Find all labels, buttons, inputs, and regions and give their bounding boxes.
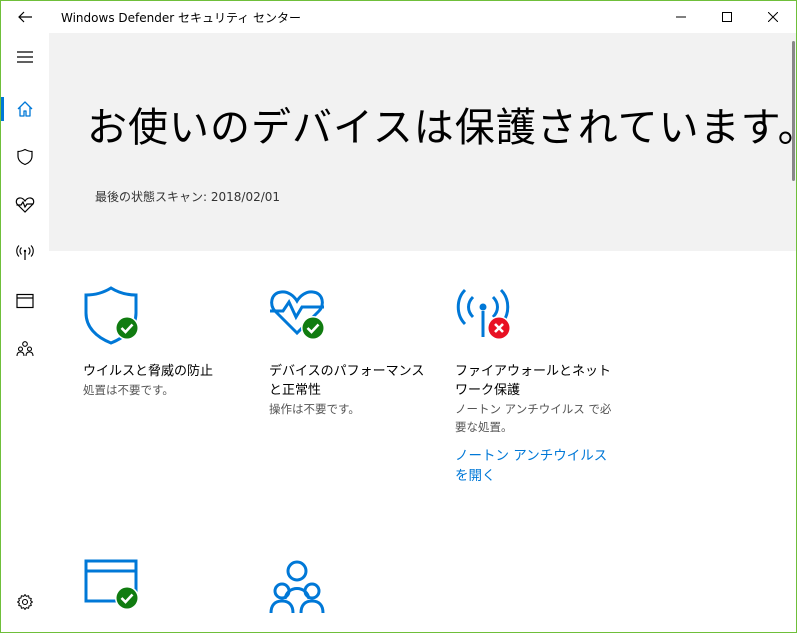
minimize-button[interactable]: [658, 1, 704, 33]
tile-app-browser[interactable]: [83, 555, 243, 632]
sidebar-item-home[interactable]: [1, 85, 49, 133]
antenna-icon: [16, 245, 34, 260]
sidebar-item-settings[interactable]: [1, 578, 49, 626]
tile-description: ノートン アンチウイルス で必要な処置。: [455, 402, 612, 434]
tile-icon: [83, 555, 147, 619]
back-button[interactable]: [1, 1, 49, 33]
tile-description: 操作は不要です。: [269, 402, 360, 416]
tile-title: デバイスのパフォーマンスと正常性: [269, 364, 425, 398]
main-content: お使いのデバイスは保護されています。 最後の状態スキャン: 2018/02/01…: [49, 33, 796, 632]
close-icon: [768, 12, 778, 22]
sidebar-item-firewall[interactable]: [1, 229, 49, 277]
home-icon: [17, 101, 33, 117]
tile-description: 処置は不要です。: [83, 383, 174, 397]
window-controls: [658, 1, 796, 33]
sidebar-item-virus-protection[interactable]: [1, 133, 49, 181]
title-bar: Windows Defender セキュリティ センター: [1, 1, 796, 33]
tile-icon: [83, 285, 147, 349]
tile-title: ファイアウォールとネットワーク保護: [455, 364, 612, 398]
family-icon: [16, 341, 34, 357]
tile-virus-protection[interactable]: ウイルスと脅威の防止 処置は不要です。: [83, 285, 243, 399]
tile-icon: [269, 285, 333, 349]
tile-family[interactable]: [269, 555, 429, 632]
sidebar-item-app-browser[interactable]: [1, 277, 49, 325]
app-window: Windows Defender セキュリティ センター お使いのデバイスは保護…: [0, 0, 797, 633]
sidebar-nav: [1, 33, 49, 632]
hamburger-menu-icon: [17, 51, 33, 63]
heart-pulse-icon: [15, 197, 35, 213]
maximize-button[interactable]: [704, 1, 750, 33]
maximize-icon: [722, 12, 732, 22]
tile-icon: [269, 555, 333, 619]
last-scan-text: 最後の状態スキャン: 2018/02/01: [95, 190, 281, 204]
page-title: お使いのデバイスは保護されています。: [87, 105, 796, 151]
tile-title: ウイルスと脅威の防止: [83, 364, 214, 379]
minimize-icon: [676, 16, 686, 18]
tile-device-health[interactable]: デバイスのパフォーマンスと正常性 操作は不要です。: [269, 285, 429, 418]
scrollbar[interactable]: [792, 41, 795, 181]
browser-window-icon: [84, 559, 139, 610]
sidebar-item-family[interactable]: [1, 325, 49, 373]
browser-window-icon: [16, 293, 34, 309]
tile-firewall[interactable]: ファイアウォールとネットワーク保護 ノートン アンチウイルス で必要な処置。 ノ…: [455, 285, 615, 486]
family-icon: [269, 560, 325, 614]
window-title: Windows Defender セキュリティ センター: [61, 10, 302, 25]
back-arrow-icon: [18, 11, 32, 23]
heart-pulse-icon: [270, 290, 325, 340]
tile-icon: [455, 285, 519, 349]
gear-icon: [17, 594, 33, 610]
shield-icon: [84, 286, 139, 345]
shield-icon: [17, 148, 33, 166]
open-norton-link[interactable]: ノートン アンチウイルス を開く: [455, 446, 615, 486]
sidebar-item-menu[interactable]: [1, 33, 49, 81]
close-button[interactable]: [750, 1, 796, 33]
status-hero: お使いのデバイスは保護されています。 最後の状態スキャン: 2018/02/01: [49, 33, 796, 251]
sidebar-item-device-health[interactable]: [1, 181, 49, 229]
antenna-icon: [456, 288, 511, 340]
